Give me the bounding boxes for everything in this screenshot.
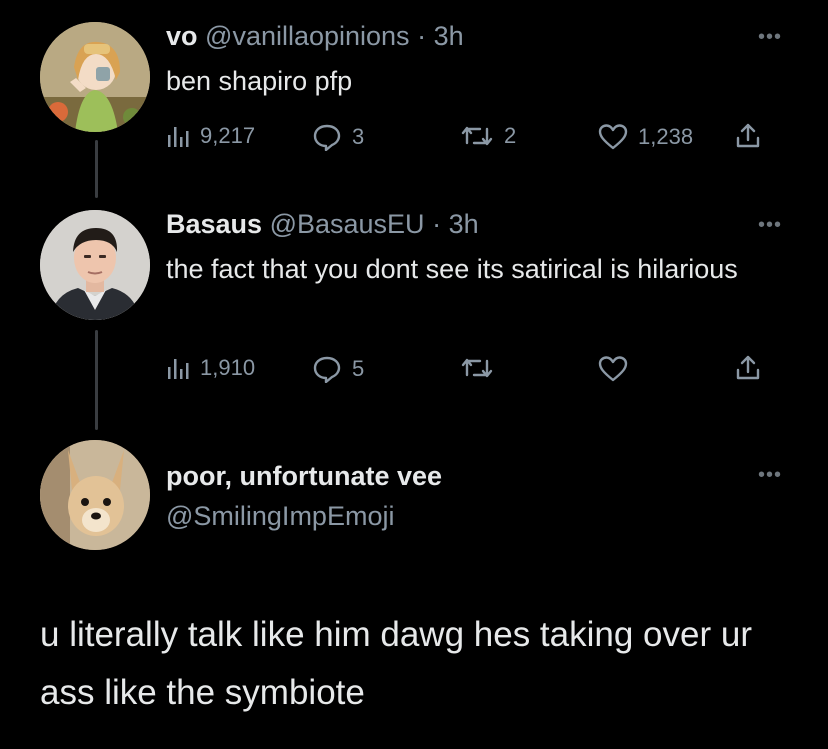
heart-icon [598, 124, 628, 150]
tweet-2-separator: · [424, 209, 449, 239]
share-icon [736, 123, 760, 148]
bar-chart-icon [168, 359, 189, 379]
avatar-vo[interactable] [40, 22, 150, 132]
tweet-2-retweet-button[interactable] [460, 355, 504, 381]
tweet-2-share-button[interactable] [735, 354, 761, 382]
tweet-2-more-dots-icon[interactable]: ••• [758, 215, 782, 235]
tweet-1-more-dots-icon[interactable]: ••• [758, 27, 782, 47]
avatar-vee[interactable] [40, 440, 150, 550]
retweet-icon [461, 358, 493, 378]
tweet-2-author-handle[interactable]: @BasausEU [270, 209, 425, 239]
thread-line-1 [95, 140, 98, 198]
speech-bubble-icon [313, 356, 341, 383]
tweet-1-views[interactable]: 9,217 [166, 123, 255, 149]
tweet-2-views-count: 1,910 [200, 355, 256, 380]
tweet-1-retweet-count: 2 [504, 123, 517, 148]
focused-author-name[interactable]: poor, unfortunate vee [166, 460, 442, 492]
man-portrait-avatar [40, 210, 150, 320]
dog-photo-avatar [40, 440, 150, 550]
tweet-1-share-button[interactable] [735, 122, 761, 150]
tweet-2-views[interactable]: 1,910 [166, 355, 255, 381]
tweet-1-views-count: 9,217 [200, 123, 256, 148]
tweet-1-separator: · [409, 21, 434, 51]
focused-tweet-text: u literally talk like him dawg hes takin… [40, 615, 752, 712]
tweet-2-like-button[interactable] [598, 355, 638, 383]
tweet-2-header: Basaus @BasausEU · 3h [166, 208, 479, 240]
heart-icon [598, 356, 628, 382]
tweet-2-time[interactable]: 3h [449, 209, 479, 239]
speech-bubble-icon [313, 124, 341, 151]
retweet-icon [461, 126, 493, 146]
tweet-2-text: the fact that you dont see its satirical… [166, 254, 738, 284]
share-icon [736, 355, 760, 380]
tweet-1-like-count: 1,238 [638, 124, 694, 149]
tweet-1-retweet-button[interactable]: 2 [460, 123, 516, 149]
tweet-1-author-handle[interactable]: @vanillaopinions [205, 21, 410, 51]
focused-more-dots-icon[interactable]: ••• [758, 465, 782, 485]
tweet-1-author-name[interactable]: vo [166, 21, 198, 51]
tweet-2-reply-button[interactable]: 5 [312, 355, 364, 383]
tweet-1-reply-button[interactable]: 3 [312, 123, 364, 151]
tweet-2-reply-count: 5 [352, 356, 365, 381]
bar-chart-icon [168, 127, 189, 147]
tweet-1-reply-count: 3 [352, 124, 365, 149]
tweet-1-header: vo @vanillaopinions · 3h [166, 20, 464, 52]
tweet-2-author-name[interactable]: Basaus [166, 209, 262, 239]
focused-author-handle[interactable]: @SmilingImpEmoji [166, 500, 394, 532]
focused-handle-text: @SmilingImpEmoji [166, 501, 395, 531]
tweet-1-text: ben shapiro pfp [166, 66, 353, 96]
anime-girl-avatar [40, 22, 150, 132]
focused-name-text: poor, unfortunate vee [166, 461, 443, 491]
avatar-basaus[interactable] [40, 210, 150, 320]
tweet-1-like-button[interactable]: 1,238 [598, 123, 693, 151]
tweet-1-time[interactable]: 3h [434, 21, 464, 51]
thread-line-2 [95, 330, 98, 430]
